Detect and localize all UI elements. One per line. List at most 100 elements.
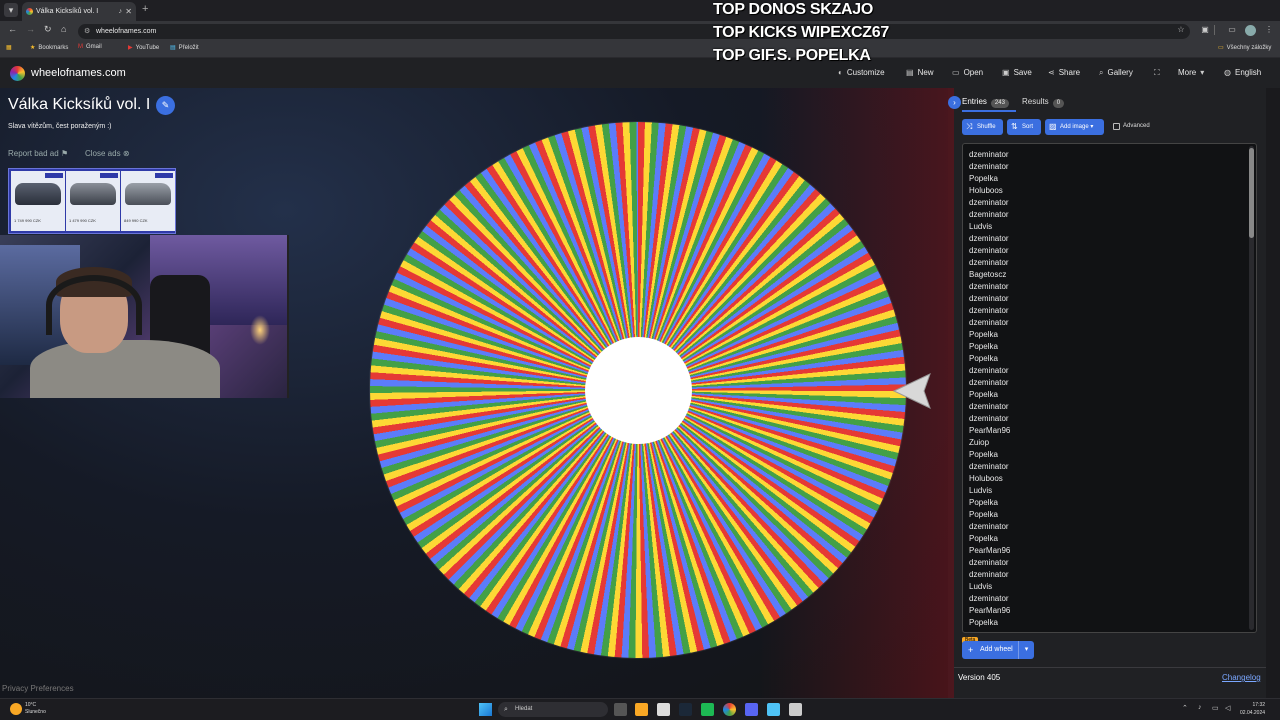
entry-row[interactable]: dzeminator: [969, 570, 1009, 579]
entry-row[interactable]: dzeminator: [969, 558, 1009, 567]
ad-card[interactable]: 849 990 CZK: [121, 171, 175, 231]
menu-more[interactable]: More ▾: [1178, 68, 1208, 77]
bookmark-item[interactable]: ▤ Přeložit: [170, 44, 199, 51]
windows-start-icon[interactable]: [479, 703, 492, 716]
entry-row[interactable]: Bagetoscz: [969, 270, 1006, 279]
entry-row[interactable]: dzeminator: [969, 522, 1009, 531]
entry-row[interactable]: PearMan96: [969, 426, 1010, 435]
add-image-button[interactable]: ▨ Add image ▾: [1045, 119, 1104, 135]
add-wheel-button[interactable]: + Add wheel ▾: [962, 641, 1034, 659]
volume-icon[interactable]: ◁: [1225, 704, 1230, 712]
other-bookmarks[interactable]: ▭ Všechny záložky: [1218, 44, 1271, 51]
entries-scrollbar[interactable]: [1249, 146, 1254, 630]
bookmark-item[interactable]: ★ Bookmarks: [30, 44, 68, 51]
menu-new[interactable]: ▤ New: [906, 68, 934, 77]
bookmark-item[interactable]: ▶ YouTube: [128, 44, 159, 51]
forward-icon[interactable]: →: [26, 24, 35, 34]
menu-gallery[interactable]: ⌕ Gallery: [1099, 68, 1133, 78]
site-info-icon[interactable]: ⚙: [84, 24, 90, 39]
entry-row[interactable]: Popelka: [969, 354, 998, 363]
page-scrollbar[interactable]: [1266, 88, 1280, 698]
entry-row[interactable]: Zuiop: [969, 438, 989, 447]
shuffle-button[interactable]: ⤨ Shuffle: [962, 119, 1003, 135]
app-icon[interactable]: [701, 703, 714, 716]
entry-row[interactable]: Ludvis: [969, 486, 992, 495]
profile-avatar[interactable]: [1245, 25, 1256, 36]
brand-name[interactable]: wheelofnames.com: [31, 67, 126, 79]
ad-banner[interactable]: 1 749 990 CZK 1 479 990 CZK 849 990 CZK: [8, 168, 176, 234]
close-ads-link[interactable]: Close ads ⊗: [85, 149, 130, 158]
browser-menu-icon[interactable]: ⋮: [1264, 25, 1274, 35]
menu-share[interactable]: ⋖ Share: [1048, 68, 1080, 77]
advanced-checkbox[interactable]: [1113, 123, 1120, 130]
entry-row[interactable]: Popelka: [969, 450, 998, 459]
steam-icon[interactable]: [679, 703, 692, 716]
entry-row[interactable]: dzeminator: [969, 282, 1009, 291]
home-icon[interactable]: ⌂: [61, 24, 66, 34]
entry-row[interactable]: dzeminator: [969, 162, 1009, 171]
scrollbar-thumb[interactable]: [1249, 148, 1254, 238]
entry-row[interactable]: Ludvis: [969, 222, 992, 231]
tab-search-icon[interactable]: ▾: [4, 3, 18, 17]
entry-row[interactable]: dzeminator: [969, 402, 1009, 411]
close-tab-icon[interactable]: ✕: [125, 2, 132, 21]
screenshot-icon[interactable]: ▭: [1227, 25, 1237, 35]
entry-row[interactable]: Popelka: [969, 390, 998, 399]
entry-row[interactable]: Popelka: [969, 510, 998, 519]
menu-open[interactable]: ▭ Open: [952, 68, 983, 77]
tray-chevron-icon[interactable]: ⌃: [1182, 704, 1188, 712]
entry-row[interactable]: dzeminator: [969, 198, 1009, 207]
store-icon[interactable]: [657, 703, 670, 716]
changelog-link[interactable]: Changelog: [1222, 673, 1261, 682]
url-input[interactable]: ⚙ wheelofnames.com: [78, 24, 1190, 39]
entry-row[interactable]: PearMan96: [969, 606, 1010, 615]
weather-widget[interactable]: 10°C Slunečno: [25, 702, 46, 716]
calculator-icon[interactable]: [789, 703, 802, 716]
entry-row[interactable]: dzeminator: [969, 318, 1009, 327]
menu-language[interactable]: ◍ English: [1224, 68, 1261, 77]
fullscreen-button[interactable]: ⛶: [1154, 68, 1164, 78]
entry-row[interactable]: Ludvis: [969, 582, 992, 591]
menu-save[interactable]: ▣ Save: [1002, 68, 1032, 77]
entry-row[interactable]: Popelka: [969, 498, 998, 507]
bookmark-item[interactable]: M Gmail: [78, 44, 102, 50]
new-tab-icon[interactable]: +: [142, 3, 148, 15]
notepad-icon[interactable]: [767, 703, 780, 716]
apps-icon[interactable]: ▦: [6, 44, 15, 51]
chevron-down-icon[interactable]: ▾: [1018, 641, 1034, 659]
entry-row[interactable]: dzeminator: [969, 594, 1009, 603]
ad-card[interactable]: 1 479 990 CZK: [66, 171, 120, 231]
chrome-icon[interactable]: [723, 703, 736, 716]
browser-tab[interactable]: Válka Kicksíků vol. I ♪ ✕: [22, 2, 136, 21]
wheel-logo-icon[interactable]: [10, 66, 25, 81]
entry-row[interactable]: Popelka: [969, 534, 998, 543]
entry-row[interactable]: dzeminator: [969, 150, 1009, 159]
entry-row[interactable]: Holuboos: [969, 186, 1003, 195]
microphone-icon[interactable]: ♪: [1198, 704, 1202, 711]
entry-row[interactable]: dzeminator: [969, 294, 1009, 303]
ad-card[interactable]: 1 749 990 CZK: [11, 171, 65, 231]
system-clock[interactable]: 17:32 02.04.2024: [1240, 701, 1265, 717]
menu-customize[interactable]: ◐ Customize: [838, 68, 885, 77]
entry-row[interactable]: Holuboos: [969, 474, 1003, 483]
entry-row[interactable]: Popelka: [969, 618, 998, 627]
speaker-icon[interactable]: ♪: [119, 2, 123, 21]
task-view-icon[interactable]: [614, 703, 627, 716]
extensions-icon[interactable]: ▣: [1200, 25, 1210, 35]
reload-icon[interactable]: ↻: [44, 24, 52, 35]
entry-row[interactable]: dzeminator: [969, 210, 1009, 219]
file-explorer-icon[interactable]: [635, 703, 648, 716]
bookmark-star-icon[interactable]: ☆: [1176, 25, 1186, 35]
entry-row[interactable]: dzeminator: [969, 366, 1009, 375]
collapse-panel-button[interactable]: ›: [948, 96, 961, 109]
back-icon[interactable]: ←: [8, 24, 17, 34]
entry-row[interactable]: dzeminator: [969, 462, 1009, 471]
wheel-center[interactable]: [585, 337, 692, 444]
entry-row[interactable]: dzeminator: [969, 246, 1009, 255]
entry-row[interactable]: dzeminator: [969, 414, 1009, 423]
sort-button[interactable]: ⇅ Sort: [1007, 119, 1041, 135]
entry-row[interactable]: dzeminator: [969, 306, 1009, 315]
entry-row[interactable]: PearMan96: [969, 546, 1010, 555]
taskbar-search-input[interactable]: ⌕ Hledat: [498, 702, 608, 717]
tab-results[interactable]: Results 0: [1022, 97, 1065, 108]
